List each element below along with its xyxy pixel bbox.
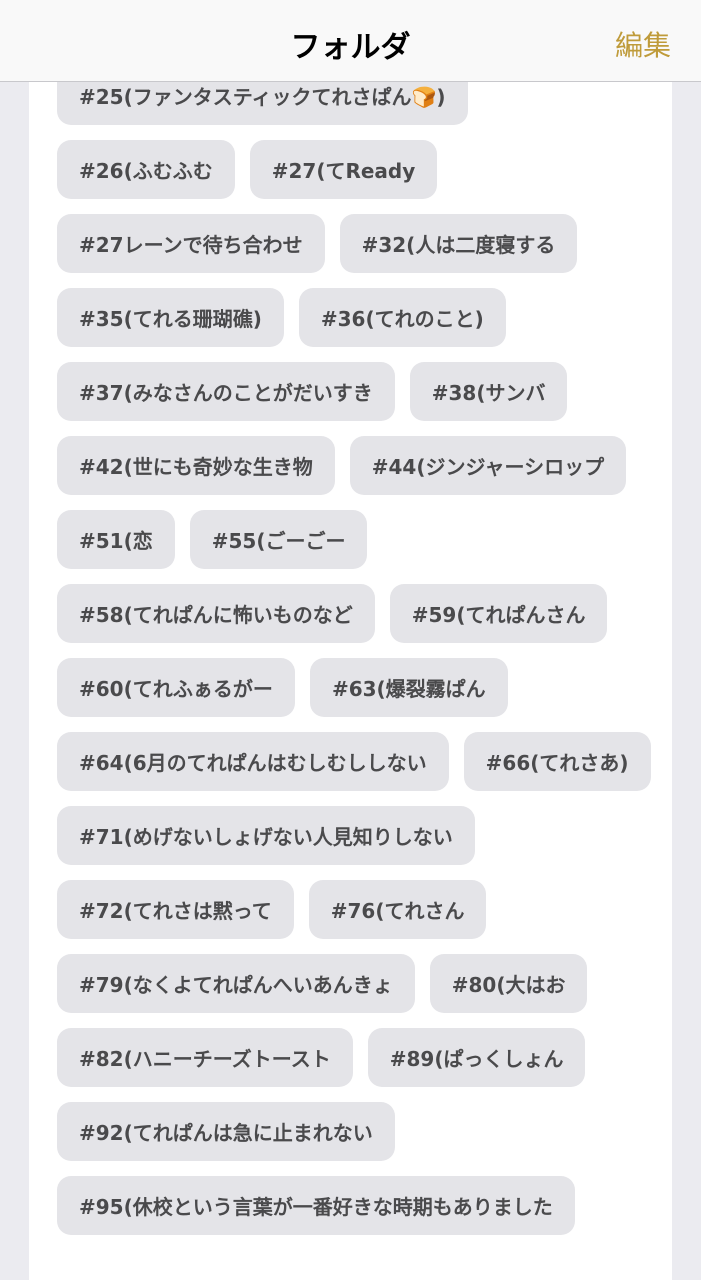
tag-chip[interactable]: #79(なくよてれぱんへいあんきょ [57,954,415,1013]
tag-chip[interactable]: #71(めげないしょげない人見知りしない [57,806,475,865]
tag-chip[interactable]: #32(人は二度寝する [339,214,578,273]
tag-chip[interactable]: #26(ふむふむ [57,140,235,199]
tag-chip[interactable]: #72(てれさは黙って [57,880,294,939]
tag-chip[interactable]: #27レーンで待ち合わせ [57,214,325,273]
tag-chip[interactable]: #58(てれぱんに怖いものなど [57,584,375,643]
tag-chip[interactable]: #55(ごーごー [189,510,368,569]
tag-chip[interactable]: #76(てれさん [308,880,487,939]
tag-chip[interactable]: #35(てれる珊瑚礁) [57,288,284,347]
tag-list-panel: #25(ファンタスティックてれさぱん🍞) #26(ふむふむ #27(てReady… [29,82,672,1280]
tag-chip[interactable]: #63(爆裂霧ぱん [309,658,508,717]
tag-chip[interactable]: #92(てれぱんは急に止まれない [57,1102,395,1161]
edit-button[interactable]: 編集 [615,24,671,64]
tag-chip[interactable]: #51(恋 [57,510,175,569]
tag-chip[interactable]: #95(休校という言葉が一番好きな時期もありました [57,1176,575,1235]
tag-chip[interactable]: #25(ファンタスティックてれさぱん🍞) [57,82,468,125]
tag-chip[interactable]: #82(ハニーチーズトースト [57,1028,353,1087]
tag-chip[interactable]: #42(世にも奇妙な生き物 [57,436,335,495]
tag-chip[interactable]: #38(サンバ [409,362,568,421]
tag-chip[interactable]: #66(てれさあ) [463,732,651,791]
tag-chip[interactable]: #37(みなさんのことがだいすき [57,362,395,421]
tag-chip[interactable]: #44(ジンジャーシロップ [349,436,627,495]
tag-list: #25(ファンタスティックてれさぱん🍞) #26(ふむふむ #27(てReady… [57,82,657,1235]
tag-chip[interactable]: #27(てReady [249,140,438,199]
tag-chip[interactable]: #59(てれぱんさん [389,584,608,643]
tag-chip[interactable]: #64(6月のてれぱんはむしむししない [57,732,449,791]
page-title: フォルダ [290,30,411,65]
tag-chip[interactable]: #36(てれのこと) [298,288,506,347]
tag-chip[interactable]: #80(大はお [429,954,588,1013]
tag-chip[interactable]: #89(ぱっくしょん [367,1028,586,1087]
navigation-bar: フォルダ 編集 [0,0,701,82]
tag-chip[interactable]: #60(てれふぁるがー [57,658,295,717]
